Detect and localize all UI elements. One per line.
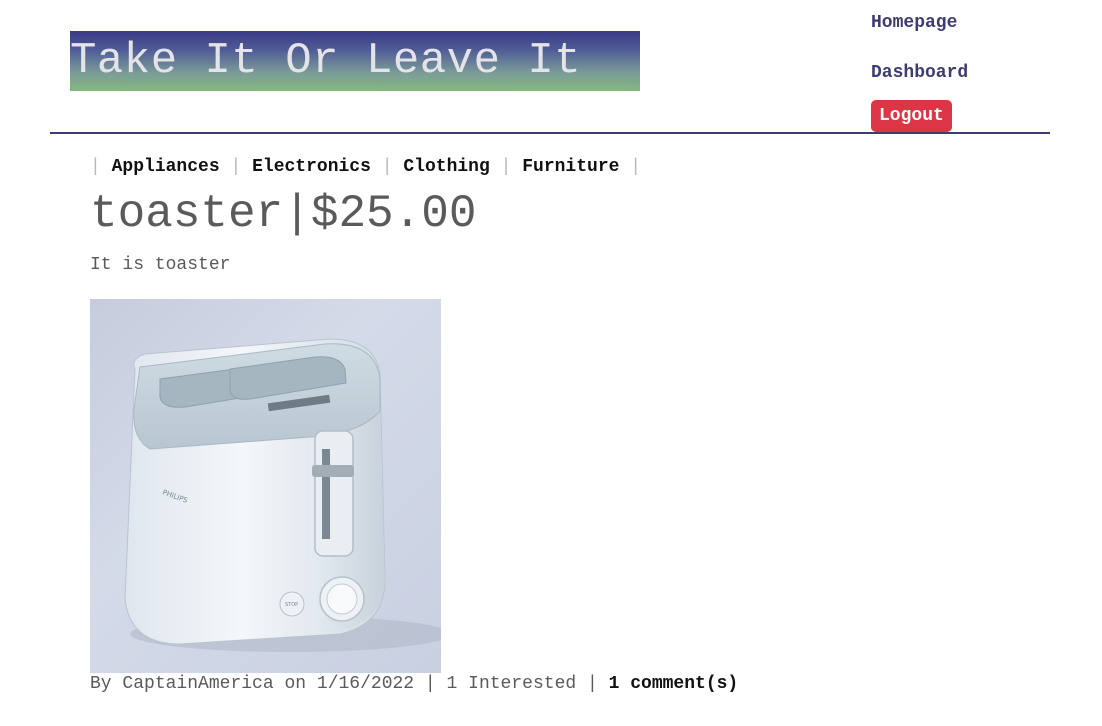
category-separator: |: [500, 157, 512, 177]
post-date: 1/16/2022: [316, 674, 415, 694]
toaster-illustration: PHILIPS STOP: [124, 338, 441, 652]
on-label: on: [284, 674, 307, 694]
homepage-link[interactable]: Homepage: [871, 13, 957, 33]
image-button-text: STOP: [285, 602, 298, 608]
category-electronics-link[interactable]: Electronics: [252, 157, 371, 177]
category-appliances-link[interactable]: Appliances: [112, 157, 220, 177]
site-logo[interactable]: Take It Or Leave It: [70, 31, 640, 91]
product-name: toaster: [90, 188, 284, 240]
dashboard-link[interactable]: Dashboard: [871, 63, 968, 83]
category-separator: |: [630, 157, 642, 177]
product-title: toaster|$25.00: [90, 188, 476, 240]
category-separator: |: [230, 157, 242, 177]
category-nav: | Appliances | Electronics | Clothing | …: [90, 157, 641, 177]
product-image: PHILIPS STOP: [90, 299, 441, 673]
category-clothing-link[interactable]: Clothing: [403, 157, 489, 177]
post-meta: By CaptainAmerica on 1/16/2022 | 1 Inter…: [90, 674, 738, 694]
meta-separator: |: [586, 674, 598, 694]
comments-link[interactable]: 1 comment(s): [609, 674, 739, 694]
logout-button[interactable]: Logout: [871, 100, 952, 132]
author-name: CaptainAmerica: [122, 674, 274, 694]
category-separator: |: [381, 157, 393, 177]
category-furniture-link[interactable]: Furniture: [522, 157, 619, 177]
product-price: $25.00: [310, 188, 477, 240]
title-separator: |: [283, 188, 311, 240]
meta-separator: |: [424, 674, 436, 694]
category-separator: |: [90, 157, 101, 177]
product-description: It is toaster: [90, 255, 231, 275]
by-label: By: [90, 674, 112, 694]
interested-count: 1 Interested: [446, 674, 577, 694]
